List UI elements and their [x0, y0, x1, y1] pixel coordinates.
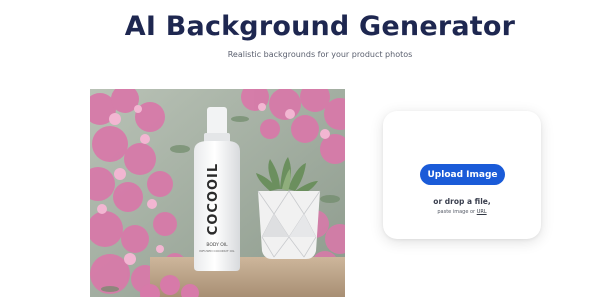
paste-text: paste image or [437, 209, 476, 215]
page-title: AI Background Generator [124, 11, 516, 42]
bottle-ingredient-line: INFUSED COCONUT OIL [199, 249, 234, 253]
product-photo: COCOOIL BODY OIL INFUSED COCONUT OIL [90, 89, 345, 297]
drop-file-text: or drop a file, [433, 197, 491, 206]
url-link[interactable]: URL [477, 209, 487, 215]
paste-hint: paste image or URL [383, 209, 541, 215]
bottle-product-line: BODY OIL [206, 242, 228, 248]
upload-image-button[interactable]: Upload Image [420, 164, 505, 185]
upload-card[interactable]: Upload Image or drop a file, paste image… [383, 111, 541, 239]
bottle-brand-text: COCOOIL [206, 163, 221, 235]
page-subtitle: Realistic backgrounds for your product p… [227, 50, 413, 59]
